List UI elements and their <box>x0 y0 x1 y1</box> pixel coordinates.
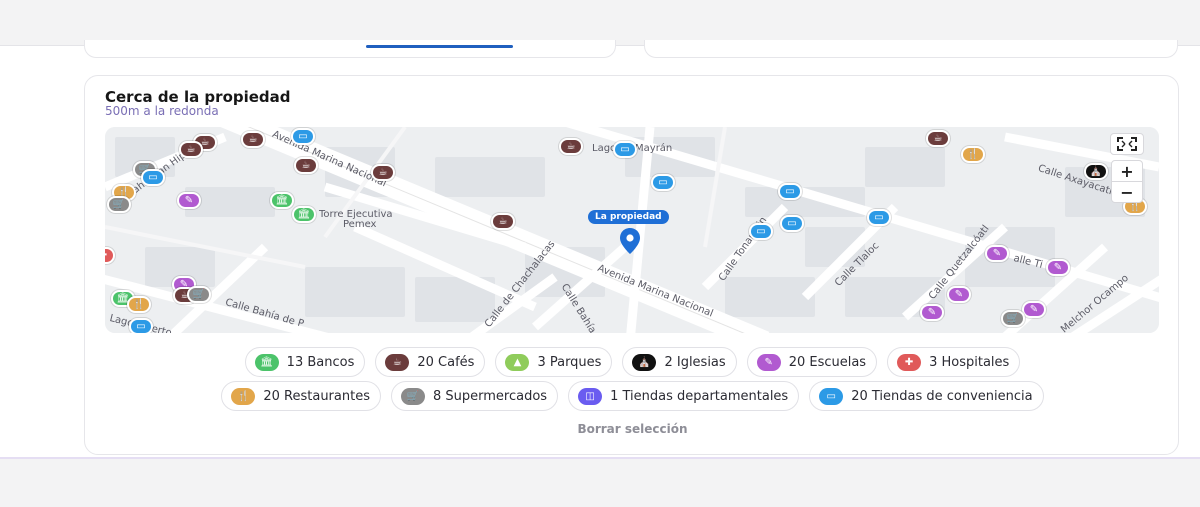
bag-icon: ◫ <box>578 387 603 405</box>
fullscreen-button[interactable] <box>1110 133 1144 155</box>
previous-card-right <box>644 40 1178 58</box>
category-filters-row1: 🏛 13 Bancos ☕ 20 Cafés ▲ 3 Parques ⛪ 2 I… <box>85 347 1180 377</box>
restaurant-icon: 🍴 <box>231 387 256 405</box>
bank-icon: 🏛 <box>254 353 279 371</box>
coffee-icon[interactable]: ☕ <box>559 138 583 155</box>
cart-icon[interactable]: 🛒 <box>1001 310 1025 327</box>
school-icon[interactable]: ✎ <box>985 245 1009 262</box>
filter-bancos[interactable]: 🏛 13 Bancos <box>244 347 366 377</box>
store-icon[interactable]: ▭ <box>780 215 804 232</box>
filter-escuelas[interactable]: ✎ 20 Escuelas <box>746 347 878 377</box>
filter-label: 20 Tiendas de conveniencia <box>851 388 1033 404</box>
bottom-band <box>0 457 1200 507</box>
coffee-icon[interactable]: ☕ <box>491 213 515 230</box>
active-tab-indicator <box>366 45 513 48</box>
school-icon[interactable]: ✎ <box>947 286 971 303</box>
cart-icon: 🛒 <box>400 387 425 405</box>
store-icon[interactable]: ▭ <box>291 128 315 145</box>
filter-label: 13 Bancos <box>286 354 355 370</box>
filter-label: 3 Hospitales <box>929 354 1010 370</box>
store-icon[interactable]: ▭ <box>129 318 153 333</box>
store-icon[interactable]: ▭ <box>867 209 891 226</box>
coffee-icon[interactable]: ☕ <box>241 131 265 148</box>
store-icon[interactable]: ▭ <box>141 169 165 186</box>
filter-label: 8 Supermercados <box>432 388 548 404</box>
church-icon: ⛪ <box>632 353 657 371</box>
filter-label: 20 Escuelas <box>788 354 867 370</box>
cart-icon[interactable]: 🛒 <box>187 286 211 303</box>
school-icon[interactable]: ✎ <box>177 192 201 209</box>
school-icon[interactable]: ✎ <box>1046 259 1070 276</box>
church-icon[interactable]: ⛪ <box>1084 163 1108 180</box>
restaurant-icon[interactable]: 🍴 <box>961 146 985 163</box>
coffee-icon: ☕ <box>385 353 410 371</box>
filter-restaurantes[interactable]: 🍴 20 Restaurantes <box>221 381 381 411</box>
category-filters-row2: 🍴 20 Restaurantes 🛒 8 Supermercados ◫ 1 … <box>85 381 1180 411</box>
filter-supermercados[interactable]: 🛒 8 Supermercados <box>390 381 559 411</box>
school-icon: ✎ <box>756 353 781 371</box>
filter-label: 1 Tiendas departamentales <box>610 388 789 404</box>
store-icon[interactable]: ▭ <box>651 174 675 191</box>
fullscreen-icon <box>1117 137 1137 151</box>
coffee-icon[interactable]: ☕ <box>179 141 203 158</box>
zoom-in-button[interactable]: + <box>1111 160 1143 182</box>
filter-cafes[interactable]: ☕ 20 Cafés <box>375 347 486 377</box>
filter-label: 20 Cafés <box>417 354 475 370</box>
street-label: Pemex <box>343 219 377 230</box>
filter-parques[interactable]: ▲ 3 Parques <box>495 347 613 377</box>
nearby-places-card: Cerca de la propiedad 500m a la redonda <box>84 75 1179 455</box>
bank-icon[interactable]: 🏛 <box>270 192 294 209</box>
bank-icon[interactable]: 🏛 <box>292 206 316 223</box>
property-location-icon[interactable] <box>619 227 641 255</box>
store-icon: ▭ <box>819 387 844 405</box>
filter-label: 2 Iglesias <box>664 354 726 370</box>
filter-label: 3 Parques <box>537 354 602 370</box>
cart-icon[interactable]: 🛒 <box>107 196 131 213</box>
restaurant-icon[interactable]: 🍴 <box>127 296 151 313</box>
park-icon: ▲ <box>505 353 530 371</box>
section-subtitle: 500m a la redonda <box>105 104 219 118</box>
coffee-icon[interactable]: ☕ <box>371 164 395 181</box>
filter-tiendas-conveniencia[interactable]: ▭ 20 Tiendas de conveniencia <box>809 381 1044 411</box>
property-label: La propiedad <box>588 210 669 224</box>
filter-tiendas-departamentales[interactable]: ◫ 1 Tiendas departamentales <box>568 381 800 411</box>
store-icon[interactable]: ▭ <box>778 183 802 200</box>
filter-hospitales[interactable]: ✚ 3 Hospitales <box>887 347 1021 377</box>
previous-card-left <box>84 40 616 58</box>
zoom-out-button[interactable]: − <box>1111 181 1143 203</box>
school-icon[interactable]: ✎ <box>1022 301 1046 318</box>
store-icon[interactable]: ▭ <box>613 141 637 158</box>
filter-iglesias[interactable]: ⛪ 2 Iglesias <box>622 347 737 377</box>
coffee-icon[interactable]: ☕ <box>294 157 318 174</box>
nearby-map[interactable]: Avenida Marina Nacional Avenida Marina N… <box>105 127 1159 333</box>
clear-selection-button[interactable]: Borrar selección <box>85 422 1180 436</box>
filter-label: 20 Restaurantes <box>263 388 370 404</box>
store-icon[interactable]: ▭ <box>749 223 773 240</box>
school-icon[interactable]: ✎ <box>920 304 944 321</box>
hospital-icon: ✚ <box>897 353 922 371</box>
coffee-icon[interactable]: ☕ <box>926 130 950 147</box>
